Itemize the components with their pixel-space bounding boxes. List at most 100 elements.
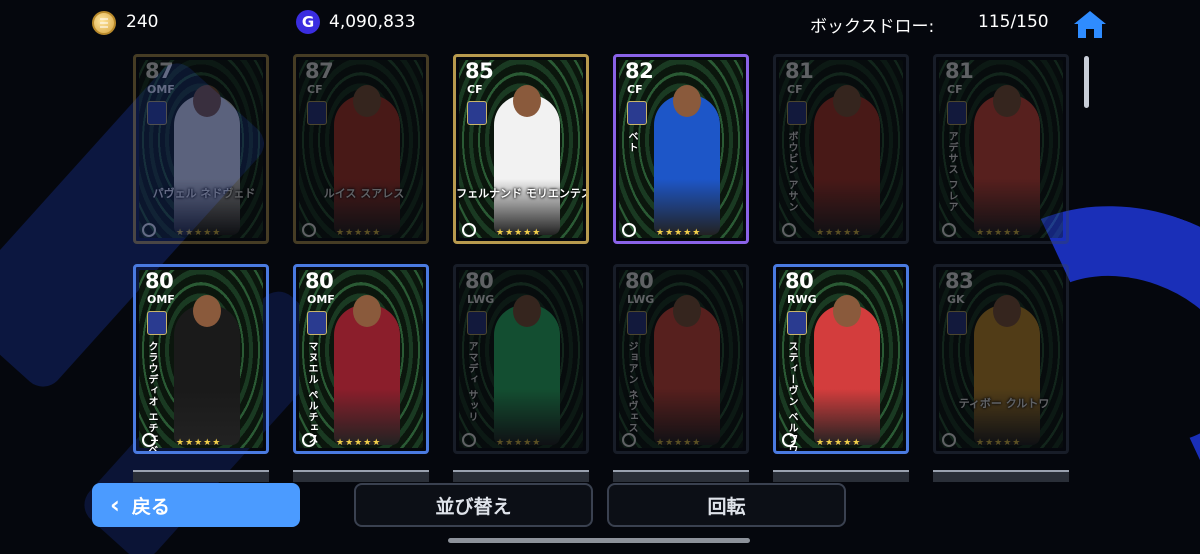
card-player-name: ルイス スアレス — [323, 187, 405, 200]
efootball-logo-icon — [782, 433, 796, 447]
rotate-button[interactable]: 回転 — [607, 483, 846, 527]
player-card[interactable]: 81 CF ボウビン アサン ★★★★★ — [773, 54, 909, 244]
efootball-logo-icon — [622, 433, 636, 447]
efootball-logo-icon — [142, 223, 156, 237]
player-head — [673, 85, 701, 117]
card-stars: ★★★★★ — [816, 228, 862, 238]
player-head — [833, 85, 861, 117]
card-stars: ★★★★★ — [336, 438, 382, 448]
efootball-logo-icon — [942, 433, 956, 447]
card-position: CF — [467, 83, 483, 96]
card-rating: 80 — [305, 269, 334, 293]
club-badge-icon — [787, 311, 807, 335]
club-badge-icon — [627, 101, 647, 125]
box-draw-label: ボックスドロー: — [810, 17, 935, 37]
card-rating: 85 — [465, 59, 494, 83]
gp-icon: G — [296, 10, 320, 34]
card-player-name: ジョアン ネヴェス — [626, 341, 637, 434]
club-badge-icon — [147, 101, 167, 125]
card-partial[interactable] — [293, 470, 429, 482]
club-badge-icon — [147, 311, 167, 335]
player-head — [993, 85, 1021, 117]
card-rating: 82 — [625, 59, 654, 83]
card-stars: ★★★★★ — [656, 228, 702, 238]
player-card[interactable]: 80 LWG アマディ サッリ ★★★★★ — [453, 264, 589, 454]
player-head — [193, 295, 221, 327]
card-rating: 80 — [625, 269, 654, 293]
card-partial[interactable] — [773, 470, 909, 482]
club-badge-icon — [947, 311, 967, 335]
card-player-name: フェルナンド モリエンテス — [456, 187, 589, 200]
scrollbar[interactable] — [1084, 56, 1089, 108]
card-position: LWG — [467, 293, 495, 306]
card-rating: 87 — [305, 59, 334, 83]
player-card[interactable]: 80 RWG スティーヴン ベルフワイス ★★★★★ — [773, 264, 909, 454]
player-card[interactable]: 81 CF アデサス フレア ★★★★★ — [933, 54, 1069, 244]
back-button[interactable]: ‹ 戻る — [92, 483, 300, 527]
sort-button[interactable]: 並び替え — [354, 483, 593, 527]
card-rating: 83 — [945, 269, 974, 293]
club-badge-icon — [467, 311, 487, 335]
rotate-button-label: 回転 — [707, 495, 746, 518]
card-stars: ★★★★★ — [976, 438, 1022, 448]
card-position: LWG — [627, 293, 655, 306]
efootball-logo-icon — [302, 223, 316, 237]
player-head — [993, 295, 1021, 327]
card-partial[interactable] — [613, 470, 749, 482]
club-badge-icon — [787, 101, 807, 125]
card-position: CF — [947, 83, 963, 96]
card-partial[interactable] — [933, 470, 1069, 482]
box-draw-count: 115/150 — [978, 12, 1049, 32]
club-badge-icon — [307, 311, 327, 335]
card-position: OMF — [147, 293, 175, 306]
card-rating: 81 — [945, 59, 974, 83]
club-badge-icon — [627, 311, 647, 335]
player-head — [193, 85, 221, 117]
card-position: CF — [787, 83, 803, 96]
card-player-name: マヌエル ペルチェス — [306, 341, 317, 445]
coin-balance: 240 — [126, 12, 159, 32]
player-card[interactable]: 87 CF ルイス スアレス ★★★★★ — [293, 54, 429, 244]
card-stars: ★★★★★ — [976, 228, 1022, 238]
card-stars: ★★★★★ — [496, 438, 542, 448]
home-icon[interactable] — [1072, 8, 1108, 40]
card-partial[interactable] — [133, 470, 269, 482]
card-position: GK — [947, 293, 965, 306]
card-position: CF — [307, 83, 323, 96]
player-card[interactable]: 83 GK ティボー クルトワ ★★★★★ — [933, 264, 1069, 454]
player-head — [353, 85, 381, 117]
player-card[interactable]: 85 CF フェルナンド モリエンテス ★★★★★ — [453, 54, 589, 244]
card-partial[interactable] — [453, 470, 589, 482]
player-head — [673, 295, 701, 327]
chevron-left-icon: ‹ — [110, 491, 120, 519]
coin-icon — [92, 11, 116, 35]
card-stars: ★★★★★ — [176, 228, 222, 238]
efootball-logo-icon — [462, 223, 476, 237]
card-stars: ★★★★★ — [656, 438, 702, 448]
efootball-logo-icon — [302, 433, 316, 447]
card-stars: ★★★★★ — [816, 438, 862, 448]
player-head — [833, 295, 861, 327]
card-rating: 80 — [145, 269, 174, 293]
card-stars: ★★★★★ — [496, 228, 542, 238]
card-position: RWG — [787, 293, 817, 306]
card-rating: 80 — [785, 269, 814, 293]
card-player-name: ベト — [626, 131, 637, 153]
card-player-name: ティボー クルトワ — [958, 397, 1050, 410]
card-player-name: アマディ サッリ — [466, 341, 477, 423]
club-badge-icon — [947, 101, 967, 125]
player-card[interactable]: 87 OMF パヴェル ネドヴェド ★★★★★ — [133, 54, 269, 244]
player-card[interactable]: 80 LWG ジョアン ネヴェス ★★★★★ — [613, 264, 749, 454]
top-bar: 240 G 4,090,833 ボックスドロー: 115/150 — [0, 0, 1200, 46]
player-head — [513, 295, 541, 327]
player-card[interactable]: 80 OMF マヌエル ペルチェス ★★★★★ — [293, 264, 429, 454]
card-player-name: アデサス フレア — [946, 131, 957, 213]
player-card[interactable]: 80 OMF クラウディオ エチェベリ ★★★★★ — [133, 264, 269, 454]
player-card[interactable]: 82 CF ベト ★★★★★ — [613, 54, 749, 244]
efootball-logo-icon — [782, 223, 796, 237]
card-position: OMF — [147, 83, 175, 96]
player-head — [353, 295, 381, 327]
card-position: OMF — [307, 293, 335, 306]
card-rating: 80 — [465, 269, 494, 293]
back-button-label: 戻る — [131, 495, 170, 518]
